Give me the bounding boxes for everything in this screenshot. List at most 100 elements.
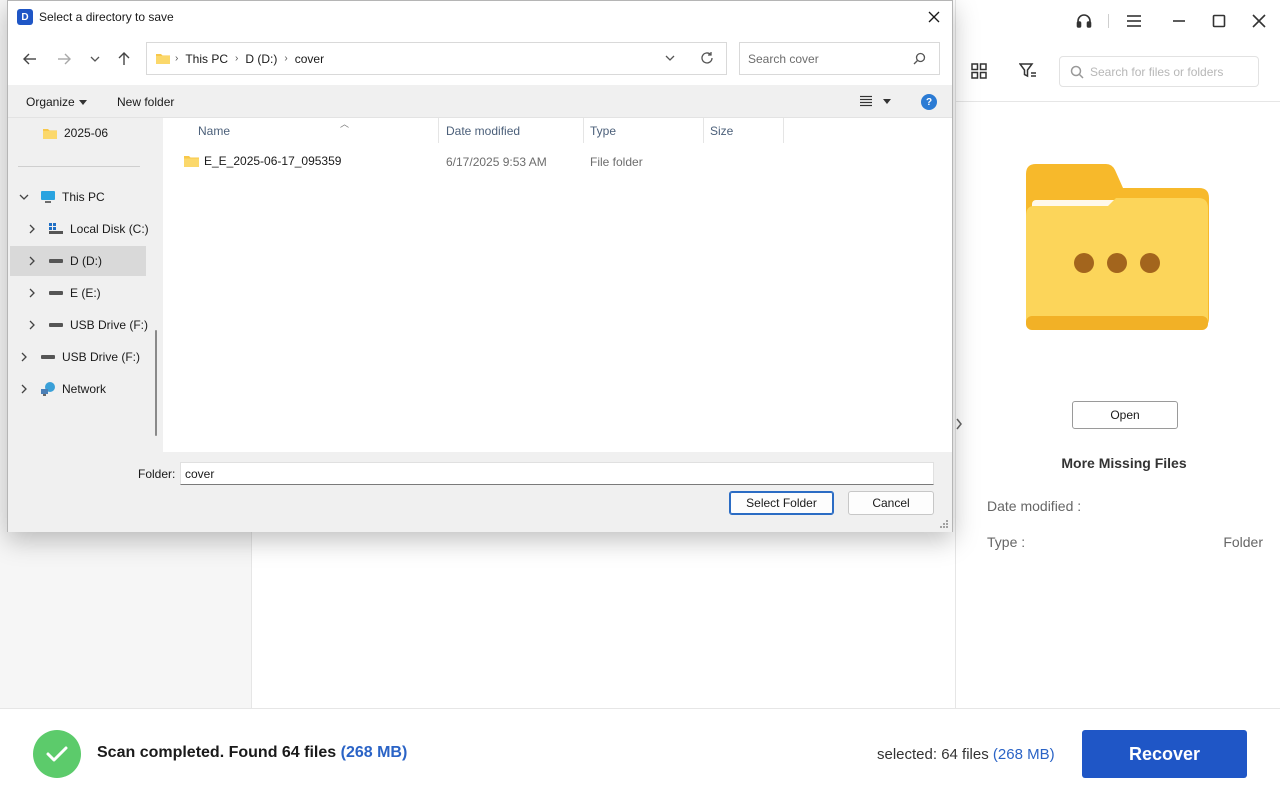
chevron-right-icon[interactable] bbox=[26, 223, 38, 235]
network-icon bbox=[40, 381, 56, 397]
chevron-right-icon[interactable] bbox=[18, 351, 30, 363]
column-header-type[interactable]: Type bbox=[584, 118, 704, 143]
breadcrumb-cover[interactable]: cover bbox=[295, 52, 324, 66]
tree-item-label: Local Disk (C:) bbox=[70, 222, 149, 236]
refresh-icon[interactable] bbox=[700, 51, 716, 67]
tree-item-usb-drive-f[interactable]: USB Drive (F:) bbox=[26, 310, 148, 340]
chevron-right-icon[interactable] bbox=[26, 255, 38, 267]
column-header-name[interactable]: Name ︿ bbox=[192, 118, 439, 143]
recover-button[interactable]: Recover bbox=[1082, 730, 1247, 778]
tree-item-label: 2025-06 bbox=[64, 126, 109, 140]
system-drive-icon bbox=[48, 221, 64, 237]
file-date-modified: 6/17/2025 9:53 AM bbox=[446, 155, 547, 169]
back-arrow-icon[interactable] bbox=[19, 48, 41, 70]
folder-field-label: Folder: bbox=[138, 467, 176, 481]
view-options-menu[interactable] bbox=[859, 95, 891, 107]
tree-divider bbox=[18, 166, 140, 167]
grid-view-icon[interactable] bbox=[966, 58, 992, 84]
breadcrumb-this-pc[interactable]: This PC bbox=[185, 52, 228, 66]
app-preview-panel bbox=[956, 0, 1280, 708]
drive-icon bbox=[48, 253, 64, 269]
tree-item-label: D (D:) bbox=[70, 254, 102, 268]
details-view-icon bbox=[860, 95, 872, 107]
folder-icon bbox=[42, 125, 58, 141]
select-folder-button[interactable]: Select Folder bbox=[729, 491, 834, 515]
dialog-command-bar: Organize New folder ? bbox=[8, 85, 952, 118]
tree-item-label: E (E:) bbox=[70, 286, 101, 300]
search-files-input[interactable]: Search for files or folders bbox=[1059, 56, 1259, 87]
breadcrumb-d-drive[interactable]: D (D:) bbox=[245, 52, 277, 66]
selected-count: selected: 64 files bbox=[877, 746, 989, 763]
dropdown-caret-icon bbox=[78, 99, 87, 105]
sort-ascending-icon: ︿ bbox=[340, 119, 350, 129]
search-folder-input[interactable]: Search cover bbox=[739, 42, 940, 75]
tree-item-label: Network bbox=[62, 382, 107, 396]
cancel-button[interactable]: Cancel bbox=[848, 491, 934, 515]
minimize-icon[interactable] bbox=[1166, 8, 1192, 34]
file-type: File folder bbox=[590, 155, 643, 169]
breadcrumb-separator-icon: › bbox=[235, 53, 239, 64]
chevron-down-icon[interactable] bbox=[18, 191, 30, 203]
dialog-title: Select a directory to save bbox=[39, 10, 174, 24]
up-arrow-icon[interactable] bbox=[113, 48, 135, 70]
column-header-size[interactable]: Size bbox=[704, 118, 784, 143]
expand-panel-chevron-icon[interactable] bbox=[955, 418, 967, 432]
breadcrumb-separator-icon: › bbox=[284, 53, 288, 64]
chevron-right-icon[interactable] bbox=[26, 287, 38, 299]
tree-item-local-disk-c[interactable]: Local Disk (C:) bbox=[26, 214, 149, 244]
dialog-footer: Folder: cover Select Folder Cancel bbox=[8, 452, 952, 532]
chevron-right-icon[interactable] bbox=[26, 319, 38, 331]
selected-size: (268 MB) bbox=[992, 746, 1055, 763]
scan-status-size: (268 MB) bbox=[340, 744, 408, 761]
open-button[interactable]: Open bbox=[1072, 401, 1178, 429]
address-bar[interactable]: › This PC › D (D:) › cover bbox=[146, 42, 727, 75]
folder-name-input[interactable]: cover bbox=[180, 462, 934, 485]
help-icon[interactable]: ? bbox=[921, 94, 937, 110]
select-directory-dialog: D Select a directory to save › This PC ›… bbox=[7, 0, 953, 532]
dropdown-caret-icon bbox=[883, 98, 891, 104]
forward-arrow-icon[interactable] bbox=[53, 48, 75, 70]
computer-icon bbox=[40, 189, 56, 205]
tree-item-network[interactable]: Network bbox=[18, 374, 106, 404]
drive-icon bbox=[40, 349, 56, 365]
search-folder-placeholder: Search cover bbox=[748, 51, 819, 66]
scan-status-text: Scan completed. Found 64 files (268 MB) bbox=[97, 744, 407, 762]
maximize-icon[interactable] bbox=[1206, 8, 1232, 34]
file-name: E_E_2025-06-17_095359 bbox=[204, 154, 342, 168]
tree-item-e-drive[interactable]: E (E:) bbox=[26, 278, 101, 308]
recent-locations-chevron-icon[interactable] bbox=[84, 48, 106, 70]
navigation-pane: 2025-06 This PC Local Disk (C:) D (D:) E… bbox=[8, 118, 163, 452]
folder-icon bbox=[156, 54, 170, 64]
checkmark-icon bbox=[33, 730, 81, 778]
tree-item-label: USB Drive (F:) bbox=[70, 318, 148, 332]
navigation-scrollbar[interactable] bbox=[155, 330, 157, 436]
filter-icon[interactable] bbox=[1015, 58, 1041, 84]
toolbar-separator bbox=[1108, 14, 1109, 28]
breadcrumb-separator-icon: › bbox=[175, 53, 179, 64]
resize-grip-icon[interactable] bbox=[939, 519, 949, 529]
tree-item-2025-06[interactable]: 2025-06 bbox=[42, 118, 108, 148]
date-modified-label: Date modified : bbox=[987, 498, 1082, 514]
file-row[interactable]: E_E_2025-06-17_095359 6/17/2025 9:53 AM … bbox=[183, 151, 943, 173]
organize-menu[interactable]: Organize bbox=[26, 95, 87, 109]
column-header-date-modified[interactable]: Date modified bbox=[440, 118, 584, 143]
file-row-name-cell: E_E_2025-06-17_095359 bbox=[183, 154, 341, 168]
search-icon bbox=[913, 52, 927, 66]
close-icon[interactable] bbox=[1246, 8, 1272, 34]
folder-icon bbox=[184, 156, 199, 167]
tree-item-usb-drive-f-root[interactable]: USB Drive (F:) bbox=[18, 342, 140, 372]
selected-summary: selected: 64 files (268 MB) bbox=[877, 746, 1055, 763]
new-folder-button[interactable]: New folder bbox=[117, 95, 174, 109]
folder-preview-icon bbox=[1026, 164, 1209, 330]
menu-icon[interactable] bbox=[1121, 8, 1147, 34]
tree-item-this-pc[interactable]: This PC bbox=[18, 182, 105, 212]
support-headset-icon[interactable] bbox=[1071, 8, 1097, 34]
organize-label: Organize bbox=[26, 95, 75, 109]
address-history-chevron-icon[interactable] bbox=[664, 52, 678, 66]
dialog-close-icon[interactable] bbox=[920, 3, 948, 31]
drive-icon bbox=[48, 317, 64, 333]
tree-item-label: This PC bbox=[62, 190, 105, 204]
file-list-pane: Name ︿ Date modified Type Size E_E_2025-… bbox=[163, 118, 952, 452]
chevron-right-icon[interactable] bbox=[18, 383, 30, 395]
tree-item-d-drive[interactable]: D (D:) bbox=[10, 246, 146, 276]
